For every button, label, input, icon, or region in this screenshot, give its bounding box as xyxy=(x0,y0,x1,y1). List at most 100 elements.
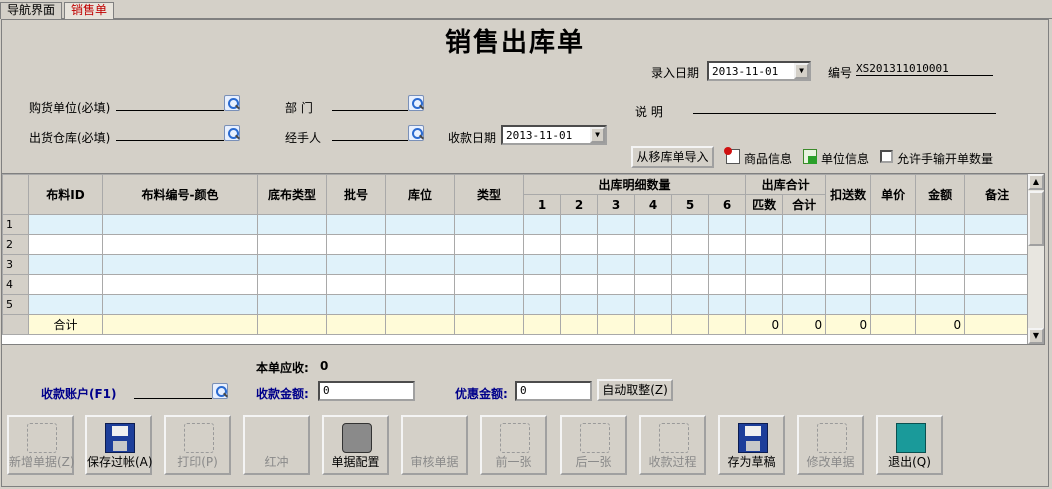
grid-cell[interactable] xyxy=(870,274,917,295)
grid-cell[interactable] xyxy=(870,234,917,255)
grid-cell[interactable] xyxy=(671,254,709,275)
grid-cell[interactable] xyxy=(782,254,827,275)
import-from-transfer-button[interactable]: 从移库单导入 xyxy=(631,146,714,168)
grid-cell[interactable] xyxy=(454,214,524,235)
unit-info-icon[interactable] xyxy=(803,149,817,164)
grid-cell[interactable] xyxy=(707,214,747,235)
grid-cell[interactable] xyxy=(385,234,455,255)
grid-cell[interactable] xyxy=(964,274,1031,295)
grid-cell[interactable] xyxy=(326,294,386,315)
grid-cell[interactable] xyxy=(745,274,784,295)
grid-cell[interactable] xyxy=(964,254,1031,275)
col-header-note[interactable]: 备注 xyxy=(964,174,1031,215)
grid-cell[interactable] xyxy=(825,234,872,255)
entry-date-combo[interactable]: 2013-11-01 ▼ xyxy=(707,61,811,81)
unit-info-link[interactable]: 单位信息 xyxy=(821,150,869,167)
grid-cell[interactable] xyxy=(745,214,784,235)
grid-cell[interactable] xyxy=(454,274,524,295)
grid-cell[interactable] xyxy=(964,234,1031,255)
grid-cell[interactable] xyxy=(597,254,635,275)
grid-cell[interactable] xyxy=(671,214,709,235)
grid-cell[interactable] xyxy=(385,214,455,235)
grid-cell[interactable] xyxy=(707,274,747,295)
grid-cell[interactable] xyxy=(523,274,561,295)
toolbar-button-4[interactable]: 单据配置 xyxy=(322,415,389,475)
discount-input[interactable]: 0 xyxy=(515,381,592,401)
grid-cell[interactable] xyxy=(782,294,827,315)
toolbar-button-0[interactable]: 新增单据(Z) xyxy=(7,415,75,475)
buyer-input[interactable] xyxy=(116,97,224,111)
grid-cell[interactable] xyxy=(870,294,917,315)
grid-cell[interactable] xyxy=(102,294,258,315)
grid-cell[interactable] xyxy=(707,294,747,315)
table-row[interactable]: 5 xyxy=(2,294,1031,315)
col-header-amount[interactable]: 金额 xyxy=(915,174,966,215)
grid-cell[interactable] xyxy=(523,214,561,235)
grid-cell[interactable] xyxy=(560,274,598,295)
toolbar-button-10[interactable]: 修改单据 xyxy=(797,415,864,475)
grid-cell[interactable] xyxy=(257,234,327,255)
dept-input[interactable] xyxy=(332,97,408,111)
buyer-search-icon[interactable] xyxy=(224,95,240,111)
grid-cell[interactable] xyxy=(523,294,561,315)
toolbar-button-7[interactable]: 后一张 xyxy=(560,415,627,475)
grid-cell[interactable] xyxy=(560,254,598,275)
grid-cell[interactable] xyxy=(454,294,524,315)
grid-cell[interactable] xyxy=(782,274,827,295)
toolbar-button-9[interactable]: 存为草稿 xyxy=(718,415,785,475)
grid-cell[interactable] xyxy=(870,214,917,235)
warehouse-search-icon[interactable] xyxy=(224,125,240,141)
grid-cell[interactable] xyxy=(870,254,917,275)
grid-cell[interactable] xyxy=(915,254,966,275)
grid-cell[interactable] xyxy=(671,234,709,255)
grid-cell[interactable] xyxy=(560,294,598,315)
grid-cell[interactable] xyxy=(28,234,103,255)
chevron-down-icon[interactable]: ▼ xyxy=(590,127,605,143)
col-header-total[interactable]: 合计 xyxy=(782,194,827,215)
amount-input[interactable]: 0 xyxy=(318,381,415,401)
account-input[interactable] xyxy=(134,385,212,399)
grid-cell[interactable] xyxy=(597,214,635,235)
grid-cell[interactable] xyxy=(597,234,635,255)
grid-cell[interactable] xyxy=(825,214,872,235)
col-header-price[interactable]: 单价 xyxy=(870,174,917,215)
grid-cell[interactable] xyxy=(782,214,827,235)
grid-cell[interactable] xyxy=(102,274,258,295)
grid-cell[interactable] xyxy=(560,234,598,255)
table-row[interactable]: 3 xyxy=(2,254,1031,275)
chevron-down-icon[interactable]: ▼ xyxy=(794,63,809,79)
grid-cell[interactable] xyxy=(825,294,872,315)
col-header-detail-2[interactable]: 2 xyxy=(560,194,598,215)
grid-cell[interactable] xyxy=(964,214,1031,235)
grid-cell[interactable] xyxy=(597,274,635,295)
col-header-location[interactable]: 库位 xyxy=(385,174,455,215)
col-header-fabric-code[interactable]: 布料编号-颜色 xyxy=(102,174,258,215)
col-header-pieces[interactable]: 匹数 xyxy=(745,194,784,215)
col-header-detail-4[interactable]: 4 xyxy=(634,194,672,215)
grid-cell[interactable] xyxy=(102,214,258,235)
grid-cell[interactable] xyxy=(257,214,327,235)
warehouse-input[interactable] xyxy=(116,127,224,141)
scroll-up-icon[interactable]: ▲ xyxy=(1028,174,1044,190)
grid-cell[interactable] xyxy=(707,254,747,275)
goods-info-link[interactable]: 商品信息 xyxy=(744,150,792,167)
grid-cell[interactable] xyxy=(257,294,327,315)
grid-cell[interactable] xyxy=(385,294,455,315)
grid-cell[interactable] xyxy=(671,294,709,315)
toolbar-button-6[interactable]: 前一张 xyxy=(480,415,547,475)
grid-cell[interactable] xyxy=(634,294,672,315)
grid-cell[interactable] xyxy=(454,234,524,255)
toolbar-button-8[interactable]: 收款过程 xyxy=(639,415,706,475)
grid-cell[interactable] xyxy=(326,234,386,255)
grid-cell[interactable] xyxy=(634,274,672,295)
col-header-batch[interactable]: 批号 xyxy=(326,174,386,215)
grid-cell[interactable] xyxy=(102,254,258,275)
grid-cell[interactable] xyxy=(523,234,561,255)
col-header-detail-1[interactable]: 1 xyxy=(523,194,561,215)
col-header-type[interactable]: 类型 xyxy=(454,174,524,215)
grid-cell[interactable] xyxy=(825,254,872,275)
grid-cell[interactable] xyxy=(745,234,784,255)
grid-cell[interactable] xyxy=(964,294,1031,315)
table-row[interactable]: 1 xyxy=(2,214,1031,235)
grid-cell[interactable] xyxy=(523,254,561,275)
